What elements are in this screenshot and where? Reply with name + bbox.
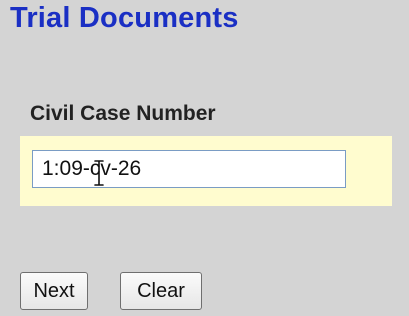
civil-case-number-label: Civil Case Number: [30, 102, 216, 125]
next-button[interactable]: Next: [20, 272, 88, 310]
civil-case-number-input[interactable]: [32, 150, 346, 188]
clear-button[interactable]: Clear: [120, 272, 202, 310]
page-title: Trial Documents: [10, 2, 239, 34]
text-cursor-icon: [94, 160, 104, 186]
